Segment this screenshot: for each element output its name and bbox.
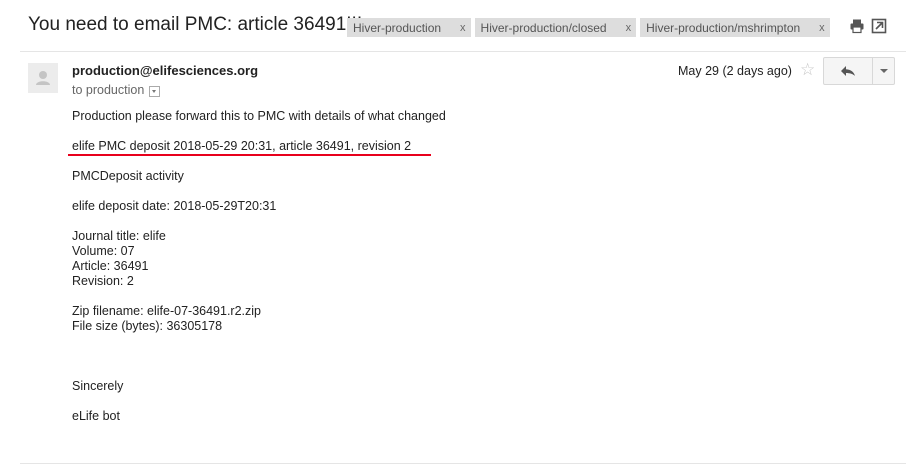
person-icon [36,71,50,85]
header-divider [20,51,906,52]
body-line: Volume: 07 [72,244,135,258]
reply-button[interactable] [823,57,873,85]
body-line: Article: 36491 [72,259,149,273]
label-name[interactable]: Hiver-production/mshrimpton [646,21,800,35]
label-chip-hiver-production-mshrimpton[interactable]: Hiver-production/mshrimpton x [640,18,830,37]
message-date: May 29 (2 days ago) [678,64,792,78]
more-actions-button[interactable] [873,57,895,85]
subject-bar: You need to email PMC: article 36491!!! … [0,0,906,52]
label-chip-hiver-production-closed[interactable]: Hiver-production/closed x [474,18,637,37]
body-line: File size (bytes): 36305178 [72,319,223,333]
highlight-underline [68,154,431,156]
remove-label-button[interactable]: x [814,22,830,34]
recipient-line: to production [72,83,161,97]
body-line: Sincerely [72,379,124,393]
recipient-text: to production [72,83,145,97]
label-name[interactable]: Hiver-production [353,21,441,35]
label-name[interactable]: Hiver-production/closed [481,21,607,35]
body-line: eLife bot [72,409,120,423]
remove-label-button[interactable]: x [455,22,471,34]
body-line: elife deposit date: 2018-05-29T20:31 [72,199,277,213]
sender-address[interactable]: production@elifesciences.org [72,63,258,78]
body-line: Revision: 2 [72,274,134,288]
footer-divider [20,463,906,464]
email-subject: You need to email PMC: article 36491!!! [28,14,363,35]
message-action-group [823,57,895,85]
reply-icon [841,66,855,76]
body-line: Zip filename: elife-07-36491.r2.zip [72,304,261,318]
chevron-down-icon [879,69,888,73]
new-window-icon[interactable] [871,18,887,34]
body-line: Journal title: elife [72,229,166,243]
avatar[interactable] [28,63,58,93]
print-icon[interactable] [849,18,865,34]
thread-actions [849,18,887,34]
show-details-icon[interactable] [149,85,161,97]
label-chip-hiver-production[interactable]: Hiver-production x [347,18,471,37]
label-list: Hiver-production x Hiver-production/clos… [347,18,830,37]
star-icon[interactable]: ☆ [800,60,815,80]
body-line: PMCDeposit activity [72,169,184,183]
body-line: elife PMC deposit 2018-05-29 20:31, arti… [72,139,412,153]
body-line: Production please forward this to PMC wi… [72,109,446,123]
remove-label-button[interactable]: x [621,22,637,34]
